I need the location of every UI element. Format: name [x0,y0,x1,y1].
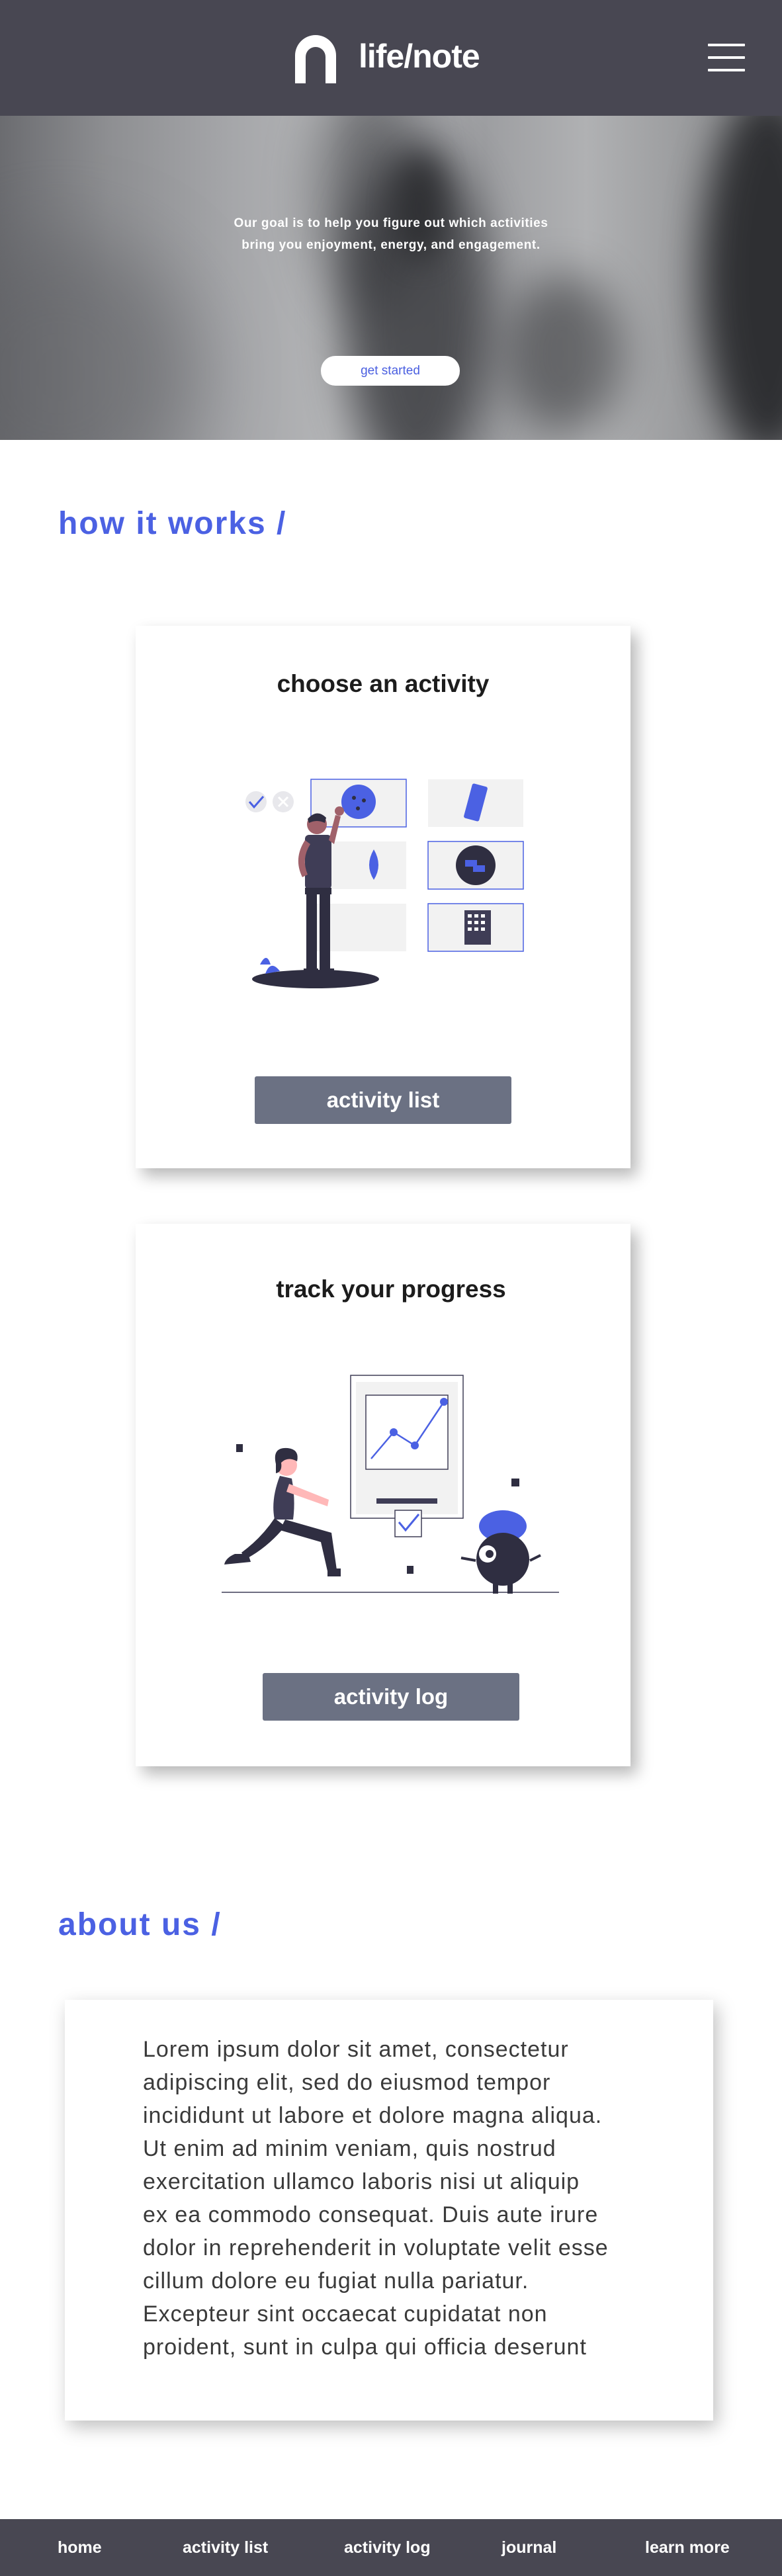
footer-link-activity-list[interactable]: activity list [183,2519,268,2576]
hero-tagline-line-1: Our goal is to help you figure out which… [234,216,548,230]
card-title-track-progress: track your progress [276,1275,506,1303]
hamburger-menu-icon[interactable] [708,44,745,73]
activity-list-button[interactable]: activity list [255,1076,511,1124]
activity-log-button[interactable]: activity log [263,1673,519,1721]
about-text-line: incididunt ut labore et dolore magna ali… [143,2103,603,2128]
get-started-button[interactable]: get started [321,356,460,386]
track-progress-card: track your progress activity log [136,1224,630,1766]
about-text-line: ex ea commodo consequat. Duis aute irure [143,2202,599,2227]
brand-name[interactable]: life/note [359,34,480,78]
footer-link-learn-more[interactable]: learn more [645,2519,730,2576]
about-text-line: exercitation ullamco laboris nisi ut ali… [143,2169,580,2194]
track-progress-illustration [222,1375,559,1594]
about-us-text: Lorem ipsum dolor sit amet, consectetur … [143,2033,672,2364]
about-us-title: about us / [58,1907,222,1942]
about-text-line: Excepteur sint occaecat cupidatat non [143,2301,548,2327]
site-header: life/note [0,0,782,116]
about-text-line: Lorem ipsum dolor sit amet, consectetur [143,2037,569,2062]
about-text-line: adipiscing elit, sed do eiusmod tempor [143,2070,551,2095]
hero-tagline-line-2: bring you enjoyment, energy, and engagem… [241,238,541,252]
about-text-line: cillum dolore eu fugiat nulla pariatur. [143,2268,529,2294]
footer-nav: home activity list activity log journal … [0,2519,782,2576]
arch-logo-icon[interactable] [292,34,339,83]
choose-activity-illustration [245,779,524,988]
how-it-works-title: how it works / [58,506,287,541]
about-text-line: dolor in reprehenderit in voluptate veli… [143,2235,609,2260]
choose-activity-card: choose an activity activity list [136,626,630,1168]
hero-banner: Our goal is to help you figure out which… [0,116,782,440]
footer-link-activity-log[interactable]: activity log [344,2519,431,2576]
footer-link-home[interactable]: home [58,2519,102,2576]
footer-link-journal[interactable]: journal [501,2519,556,2576]
card-title-choose-activity: choose an activity [277,670,490,697]
about-us-card: Lorem ipsum dolor sit amet, consectetur … [65,2000,713,2421]
about-text-line: Ut enim ad minim veniam, quis nostrud [143,2136,556,2161]
about-text-line: proident, sunt in culpa qui officia dese… [143,2335,587,2360]
hero-tagline: Our goal is to help you figure out which… [159,212,623,256]
